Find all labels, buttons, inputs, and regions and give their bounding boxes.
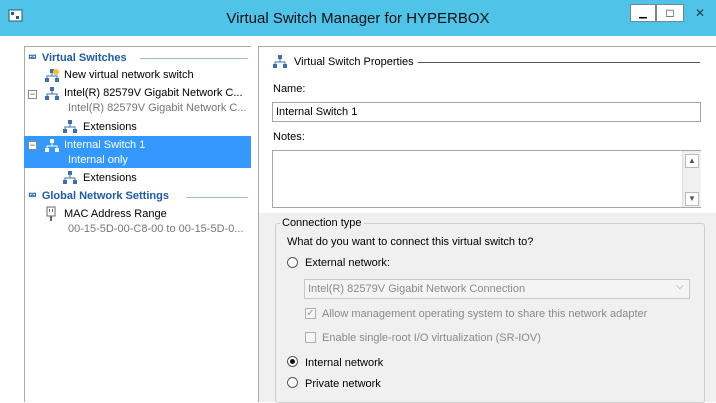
- section-divider: [140, 58, 248, 59]
- maximize-button[interactable]: □: [656, 4, 684, 22]
- notes-textarea[interactable]: [272, 150, 701, 208]
- adapter-select-value: Intel(R) 82579V Gigabit Network Connecti…: [308, 283, 526, 295]
- tree-item-mac-range-sub: 00-15-5D-00-C8-00 to 00-15-5D-0...: [68, 223, 244, 235]
- private-network-label[interactable]: Private network: [305, 378, 381, 390]
- tree-item-external-switch-sub: Intel(R) 82579V Gigabit Network C...: [68, 102, 247, 114]
- minimize-button[interactable]: ▁: [630, 4, 656, 22]
- switch-properties-icon: [272, 54, 288, 73]
- name-label: Name:: [273, 83, 306, 95]
- external-network-radio[interactable]: [287, 257, 298, 268]
- tree-item-extensions-1[interactable]: Extensions: [83, 121, 137, 133]
- tree-item-new-switch[interactable]: New virtual network switch: [64, 69, 194, 81]
- allow-management-checkbox[interactable]: ✓: [305, 308, 316, 319]
- internal-network-label[interactable]: Internal network: [305, 357, 383, 369]
- maximize-icon: □: [666, 6, 674, 20]
- section-divider: [186, 197, 248, 198]
- tree-item-mac-range[interactable]: MAC Address Range: [64, 208, 167, 220]
- external-network-label[interactable]: External network:: [305, 257, 390, 269]
- allow-management-label[interactable]: Allow management operating system to sha…: [322, 308, 647, 320]
- close-icon: ✕: [694, 6, 706, 20]
- window-title: Virtual Switch Manager for HYPERBOX: [226, 10, 490, 27]
- network-switch-icon: [44, 138, 60, 157]
- connection-type-label: Connection type: [280, 217, 364, 229]
- extensions-icon: [62, 170, 78, 189]
- mac-address-icon: [46, 206, 56, 225]
- sriov-label[interactable]: Enable single-root I/O virtualization (S…: [322, 332, 541, 344]
- close-button[interactable]: ✕: [684, 4, 716, 22]
- minimize-icon: ▁: [639, 7, 647, 19]
- tree-item-external-switch[interactable]: Intel(R) 82579V Gigabit Network C...: [64, 87, 243, 99]
- collapse-toggle[interactable]: −: [28, 90, 37, 99]
- global-network-settings-header[interactable]: ⮹ Global Network Settings: [28, 190, 169, 203]
- notes-label: Notes:: [273, 131, 305, 143]
- virtual-switches-header[interactable]: ⮹ Virtual Switches: [28, 52, 127, 65]
- scroll-down-icon[interactable]: ▼: [685, 192, 699, 206]
- tree-item-internal-switch[interactable]: Internal Switch 1: [64, 139, 145, 151]
- name-input[interactable]: [272, 102, 701, 122]
- properties-section-title: Virtual Switch Properties: [294, 56, 414, 68]
- tree-item-extensions-2[interactable]: Extensions: [83, 172, 137, 184]
- connection-question: What do you want to connect this virtual…: [287, 236, 534, 248]
- adapter-select[interactable]: Intel(R) 82579V Gigabit Network Connecti…: [304, 279, 690, 299]
- network-switch-icon: [44, 86, 60, 105]
- collapse-toggle[interactable]: −: [28, 141, 37, 150]
- chevron-down-icon[interactable]: ⌵: [676, 281, 684, 292]
- tree-item-internal-switch-sub: Internal only: [68, 154, 128, 166]
- new-switch-icon: [44, 68, 60, 87]
- section-rule: [418, 62, 700, 63]
- private-network-radio[interactable]: [287, 377, 298, 388]
- sriov-checkbox[interactable]: [305, 332, 316, 343]
- internal-network-radio[interactable]: [287, 356, 298, 367]
- collapse-chevron-icon[interactable]: ⮹: [28, 52, 37, 64]
- collapse-chevron-icon[interactable]: ⮹: [28, 190, 37, 202]
- scroll-up-icon[interactable]: ▲: [685, 154, 699, 168]
